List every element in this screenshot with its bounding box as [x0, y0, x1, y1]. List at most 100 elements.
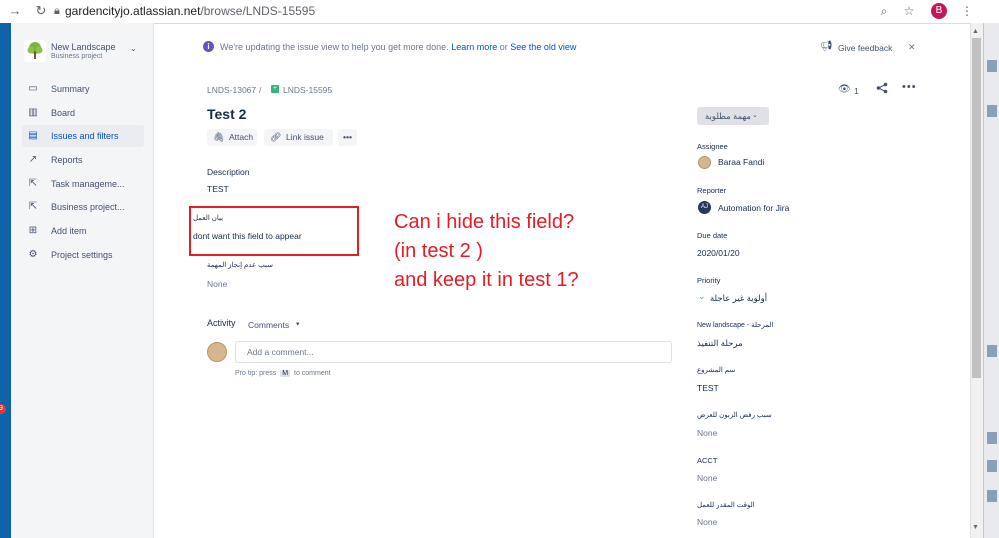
project-name-value[interactable]: TEST: [697, 383, 719, 393]
acct-label: ACCT: [697, 456, 718, 465]
scrollbar-thumb[interactable]: [972, 38, 981, 378]
assignee-value[interactable]: Baraa Fandi: [718, 157, 764, 167]
activity-heading: Activity: [207, 318, 236, 328]
chevron-down-icon[interactable]: ▾: [296, 320, 300, 328]
megaphone-icon[interactable]: 📢︎: [820, 41, 833, 52]
more-actions-button[interactable]: •••: [338, 129, 357, 146]
comment-input[interactable]: Add a comment...: [235, 341, 672, 363]
share-icon[interactable]: [876, 82, 888, 97]
banner-message: We're updating the issue view to help yo…: [220, 42, 576, 52]
watcher-count[interactable]: 1: [854, 86, 859, 96]
window-icon: [987, 460, 997, 472]
sidebar: [11, 23, 154, 538]
sidebar-item-label: Project settings: [51, 250, 113, 260]
project-type: Business project: [51, 53, 103, 60]
chevron-down-icon: ⌄: [752, 112, 758, 119]
add-item-icon: ⊞: [28, 225, 38, 236]
browser-menu-icon[interactable]: ⋮: [958, 1, 976, 21]
paperclip-icon: 🖇︎: [213, 132, 225, 142]
pro-tip: Pro tip: press M to comment: [235, 370, 331, 377]
assignee-label: Assignee: [697, 142, 728, 151]
work-statement-value[interactable]: dont want this field to appear: [193, 231, 302, 241]
sidebar-item-label: Reports: [51, 155, 83, 165]
project-name-label: سم المشروع: [697, 367, 736, 374]
learn-more-link[interactable]: Learn more: [451, 42, 497, 52]
reason-label: سبب عدم إنجاز المهمة: [207, 262, 273, 269]
scroll-up-icon[interactable]: ▲: [972, 28, 979, 35]
link-issue-button[interactable]: 🔗︎ Link issue: [264, 129, 333, 146]
url-domain: gardencityjo.atlassian.net: [65, 4, 201, 18]
priority-low-icon: ⌄: [698, 291, 706, 301]
summary-icon: ▭: [28, 83, 38, 94]
sidebar-item-add-item[interactable]: ⊞ Add item: [22, 220, 144, 242]
link-issue-label: Link issue: [286, 132, 324, 142]
url-bar[interactable]: gardencityjo.atlassian.net/browse/LNDS-1…: [65, 2, 315, 20]
close-icon[interactable]: ✕: [908, 42, 916, 53]
chevron-down-icon[interactable]: ⌄: [130, 44, 137, 53]
due-date-value[interactable]: 2020/01/20: [697, 248, 740, 258]
sidebar-item-project-settings[interactable]: ⚙ Project settings: [22, 244, 144, 266]
back-arrow-icon[interactable]: →: [6, 1, 24, 21]
reporter-avatar: AJ: [698, 201, 711, 214]
subtask-icon: +: [271, 85, 279, 93]
sidebar-item-task-management[interactable]: ⇱ Task manageme...: [22, 173, 144, 195]
banner-text: We're updating the issue view to help yo…: [220, 42, 449, 52]
board-icon: ▥: [28, 107, 38, 118]
protip-key: M: [280, 370, 291, 377]
zoom-icon[interactable]: ⌕: [875, 1, 893, 21]
old-view-link[interactable]: See the old view: [510, 42, 576, 52]
priority-label: Priority: [697, 276, 721, 285]
sidebar-item-issues[interactable]: ▤ Issues and filters: [22, 125, 144, 147]
sidebar-item-reports[interactable]: ↗ Reports: [22, 149, 144, 171]
project-name[interactable]: New Landscape: [51, 42, 116, 52]
breadcrumb-current[interactable]: LNDS-15595: [283, 85, 332, 95]
sidebar-item-board[interactable]: ▥ Board: [22, 102, 144, 124]
protip-post: to comment: [294, 370, 331, 377]
sidebar-item-summary[interactable]: ▭ Summary: [22, 78, 144, 100]
estimated-time-label: الوقت المقدر للعمل: [697, 502, 755, 509]
give-feedback-button[interactable]: Give feedback: [838, 43, 892, 53]
profile-avatar[interactable]: B: [931, 3, 947, 19]
stage-value[interactable]: مرحلة التنفيذ: [697, 338, 743, 349]
breadcrumb-separator: /: [259, 85, 262, 95]
more-icon[interactable]: •••: [902, 81, 917, 93]
description-label: Description: [207, 167, 250, 177]
reports-icon: ↗: [28, 154, 38, 165]
sidebar-item-label: Business project...: [51, 202, 125, 212]
rejection-reason-value[interactable]: None: [697, 428, 717, 438]
eye-icon[interactable]: 👁︎: [838, 84, 851, 95]
sidebar-item-business-project[interactable]: ⇱ Business project...: [22, 196, 144, 218]
description-value[interactable]: TEST: [207, 184, 229, 194]
info-icon: i: [203, 41, 214, 52]
breadcrumb-parent[interactable]: LNDS-13067: [207, 85, 256, 95]
star-icon[interactable]: ☆: [900, 1, 918, 21]
url-path: /browse/LNDS-15595: [200, 4, 316, 18]
window-icon: [987, 432, 997, 444]
priority-value[interactable]: أولوية غير عاجلة: [710, 293, 767, 304]
reporter-value[interactable]: Automation for Jira: [718, 203, 789, 213]
project-avatar[interactable]: [24, 40, 46, 62]
activity-filter-select[interactable]: Comments: [248, 320, 289, 330]
acct-value[interactable]: None: [697, 473, 717, 483]
status-dropdown[interactable]: مهمة مطلوبة ⌄: [697, 107, 769, 125]
reload-icon[interactable]: ↻: [32, 1, 50, 21]
due-date-label: Due date: [697, 231, 728, 240]
reason-value[interactable]: None: [207, 279, 227, 289]
estimated-time-value[interactable]: None: [697, 517, 717, 527]
share-glyph: [876, 82, 888, 94]
gear-icon: ⚙: [28, 249, 38, 260]
protip-pre: Pro tip: press: [235, 370, 277, 377]
annotation-line-2: (in test 2 ): [394, 240, 483, 262]
tree-icon: [27, 42, 43, 59]
banner-or: or: [499, 42, 508, 52]
sidebar-item-label: Summary: [51, 84, 90, 94]
attach-button[interactable]: 🖇︎ Attach: [207, 129, 257, 146]
attach-label: Attach: [229, 132, 254, 142]
window-icon: [987, 60, 997, 72]
scroll-down-icon[interactable]: ▼: [972, 524, 979, 531]
work-statement-label: بيان العمل: [193, 215, 224, 222]
sidebar-item-label: Board: [51, 108, 76, 118]
issue-title[interactable]: Test 2: [207, 106, 246, 122]
annotation-line-1: Can i hide this field?: [394, 211, 575, 233]
stage-label: New landscape - المرحلة: [697, 322, 774, 329]
